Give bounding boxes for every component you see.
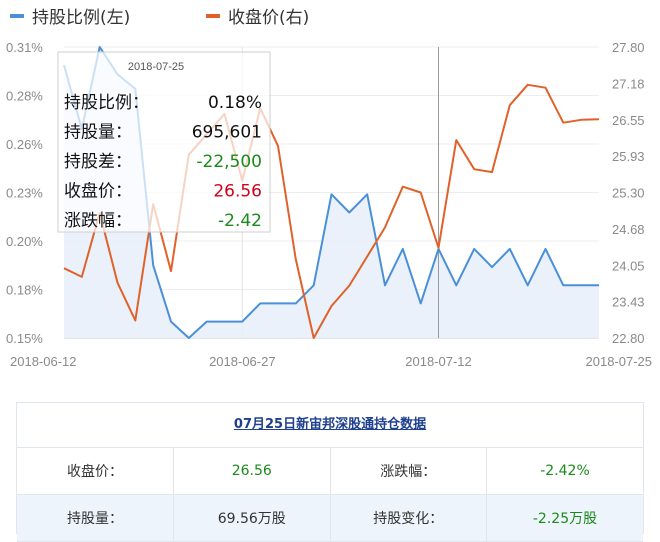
summary-cell: 69.56万股 bbox=[173, 494, 331, 542]
tooltip-row-value: -22,500 bbox=[196, 152, 262, 172]
y-left-tick-label: 0.28% bbox=[6, 89, 43, 104]
y-right-tick-label: 27.18 bbox=[612, 76, 645, 91]
x-tick-label: 2018-06-27 bbox=[209, 354, 276, 369]
summary-cell: 收盘价： bbox=[17, 448, 174, 495]
summary-cell: 涨跌幅： bbox=[330, 448, 487, 495]
y-right-tick-label: 23.43 bbox=[612, 295, 645, 310]
y-right-tick-label: 25.30 bbox=[612, 186, 645, 201]
summary-title-link[interactable]: 07月25日新宙邦深股通持仓数据 bbox=[234, 417, 426, 432]
y-left-tick-label: 0.31% bbox=[6, 40, 43, 55]
tooltip-row-label: 涨跌幅： bbox=[64, 211, 132, 231]
holding-chart: 持股比例(左) 收盘价(右) 0.15% 0.18% 0.20% 0.23% 0.26% 0… bbox=[6, 8, 653, 369]
y-left-tick-label: 0.20% bbox=[6, 234, 43, 249]
legend-swatch bbox=[10, 14, 24, 18]
summary-grid: 收盘价： 26.56 涨跌幅： -2.42% 持股量： 69.56万股 持股变化… bbox=[17, 448, 643, 542]
y-right-tick-label: 22.80 bbox=[612, 331, 645, 346]
tooltip-row-label: 收盘价： bbox=[64, 182, 132, 202]
y-right-tick-label: 24.05 bbox=[612, 258, 645, 273]
y-left-tick-label: 0.18% bbox=[6, 283, 43, 298]
y-right-tick-label: 27.80 bbox=[612, 40, 645, 55]
summary-cell: 26.56 bbox=[173, 448, 331, 495]
summary-cell: -2.25万股 bbox=[486, 494, 643, 542]
summary-row: 持股量： 69.56万股 持股变化： -2.25万股 bbox=[17, 494, 643, 542]
legend-label: 持股比例(左) bbox=[32, 8, 130, 28]
tooltip-row-label: 持股差： bbox=[64, 152, 132, 172]
summary-title: 07月25日新宙邦深股通持仓数据 bbox=[17, 403, 643, 448]
chart-tooltip: 2018-07-25 持股比例： 0.18% 持股量： 695,601 持股差： -22,5… bbox=[57, 51, 271, 233]
x-tick-label: 2018-07-12 bbox=[405, 354, 472, 369]
holding-summary-table: 07月25日新宙邦深股通持仓数据 收盘价： 26.56 涨跌幅： -2.42% … bbox=[16, 402, 644, 542]
legend-label: 收盘价(右) bbox=[228, 8, 309, 28]
tooltip-date: 2018-07-25 bbox=[128, 61, 184, 73]
legend-swatch bbox=[206, 14, 220, 18]
y-left-tick-label: 0.23% bbox=[6, 186, 43, 201]
summary-cell: 持股量： bbox=[17, 494, 174, 542]
x-tick-label: 2018-06-12 bbox=[10, 354, 77, 369]
y-right-tick-label: 25.93 bbox=[612, 149, 645, 164]
summary-row: 收盘价： 26.56 涨跌幅： -2.42% bbox=[17, 448, 643, 495]
y-right-tick-label: 24.68 bbox=[612, 222, 645, 237]
summary-cell: 持股变化： bbox=[330, 494, 487, 542]
chart-legend: 持股比例(左) 收盘价(右) bbox=[10, 8, 309, 28]
tooltip-row-value: -2.42 bbox=[218, 211, 262, 231]
y-right-tick-label: 26.55 bbox=[612, 113, 645, 128]
tooltip-row-value: 695,601 bbox=[192, 123, 262, 143]
summary-cell: -2.42% bbox=[486, 448, 643, 495]
tooltip-row-value: 26.56 bbox=[213, 182, 262, 202]
tooltip-row-value: 0.18% bbox=[208, 93, 262, 113]
x-tick-label: 2018-07-25 bbox=[586, 354, 653, 369]
tooltip-row-label: 持股比例： bbox=[64, 93, 149, 113]
tooltip-row-label: 持股量： bbox=[64, 123, 132, 143]
y-left-tick-label: 0.15% bbox=[6, 331, 43, 346]
y-left-tick-label: 0.26% bbox=[6, 137, 43, 152]
